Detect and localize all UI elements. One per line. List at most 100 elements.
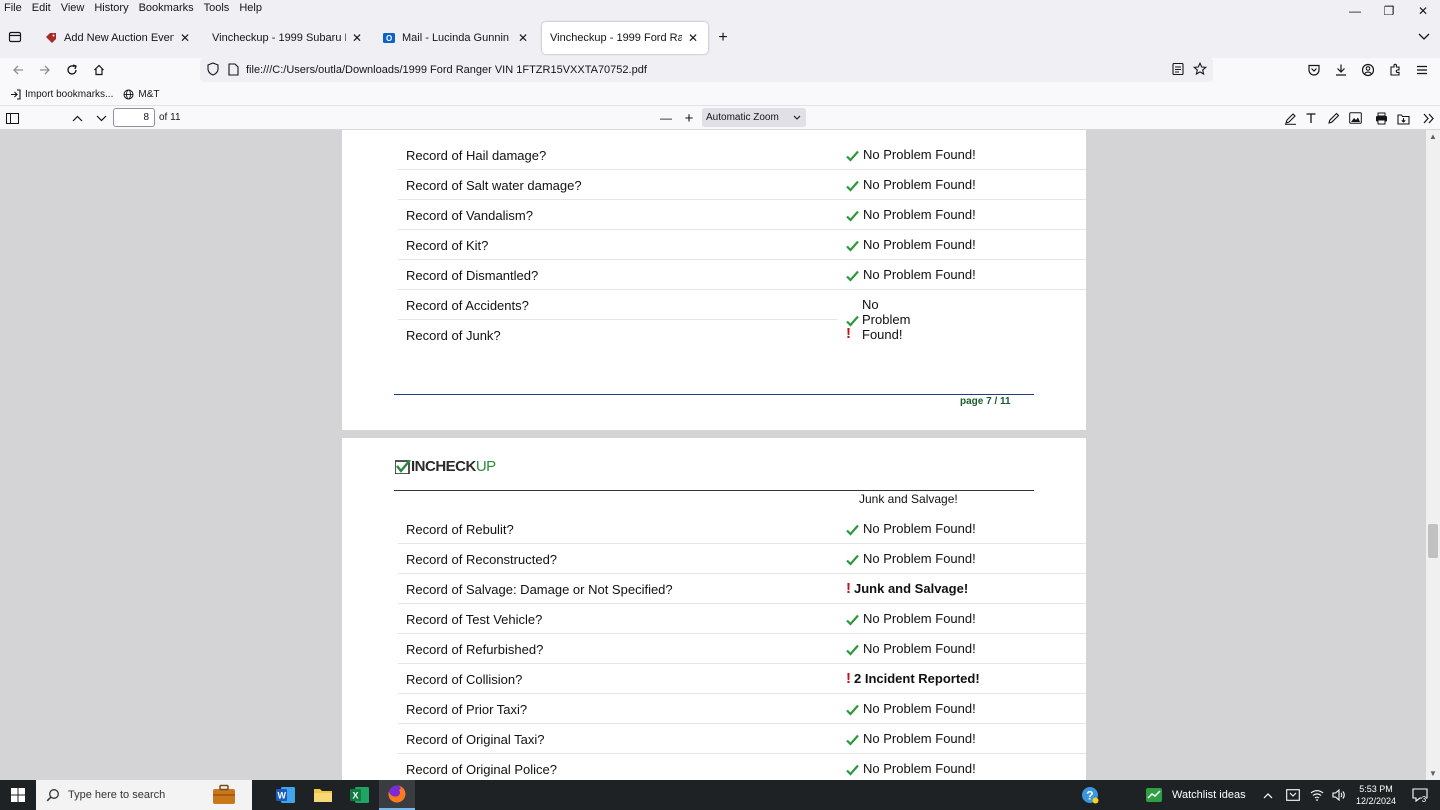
- scroll-thumb[interactable]: [1428, 524, 1438, 558]
- page-number-input[interactable]: 8: [113, 108, 155, 127]
- bookmark-label: M&T: [138, 89, 160, 100]
- record-answer: No Problem Found!: [846, 237, 976, 252]
- checkmark-icon: [846, 178, 860, 192]
- draw-icon[interactable]: [1324, 109, 1342, 127]
- watchlist-widget[interactable]: Watchlist ideas: [1146, 780, 1246, 810]
- bookmark-import[interactable]: Import bookmarks...: [10, 89, 113, 100]
- pocket-icon[interactable]: [1304, 60, 1324, 80]
- tab-close-icon[interactable]: ✕: [686, 31, 700, 45]
- record-answer: No Problem Found!: [846, 147, 976, 162]
- record-answer: No Problem Found!: [846, 701, 976, 716]
- volume-icon[interactable]: [1329, 780, 1349, 810]
- checkmark-icon: [846, 762, 860, 776]
- record-question: Record of Collision?: [406, 672, 523, 687]
- excel-app-icon[interactable]: X: [342, 780, 378, 810]
- bookmark-mt[interactable]: M&T: [123, 89, 159, 100]
- print-icon[interactable]: [1372, 109, 1390, 127]
- record-question: Record of Dismantled?: [406, 268, 539, 283]
- previous-page-icon[interactable]: [68, 109, 86, 127]
- shield-icon[interactable]: [206, 62, 220, 79]
- notification-icon[interactable]: 3: [1404, 780, 1434, 810]
- table-row: Record of Accidents? No Problem Found!: [398, 290, 910, 342]
- tools-overflow-icon[interactable]: [1420, 109, 1438, 127]
- checkmark-icon: [846, 268, 860, 282]
- page-icon: [228, 63, 239, 79]
- reload-icon[interactable]: [62, 60, 82, 80]
- tab-close-icon[interactable]: ✕: [350, 31, 364, 45]
- chevron-up-icon[interactable]: [1258, 780, 1278, 810]
- menu-edit[interactable]: Edit: [27, 0, 56, 16]
- briefcase-icon[interactable]: [212, 784, 236, 809]
- firefox-view-icon[interactable]: [6, 28, 24, 46]
- url-bar[interactable]: file:///C:/Users/outla/Downloads/1999 Fo…: [200, 58, 1213, 82]
- downloads-icon[interactable]: [1331, 60, 1351, 80]
- menu-tools[interactable]: Tools: [199, 0, 235, 16]
- checkmark-icon: [846, 732, 860, 746]
- account-icon[interactable]: [1358, 60, 1378, 80]
- answer-text: No Problem Found!: [863, 207, 976, 222]
- tab-ford-ranger[interactable]: Vincheckup - 1999 Ford Ranger VIN ✕: [542, 22, 708, 54]
- image-icon[interactable]: [1346, 109, 1364, 127]
- record-answer: ! Junk and Salvage!: [846, 581, 968, 597]
- windows-start-icon[interactable]: [0, 780, 36, 810]
- forward-arrow-icon[interactable]: [35, 60, 55, 80]
- wifi-icon[interactable]: [1307, 780, 1327, 810]
- tab-outlook-mail[interactable]: O Mail - Lucinda Gunnin - Outloo ✕: [374, 22, 538, 54]
- menu-history[interactable]: History: [89, 0, 133, 16]
- highlight-icon[interactable]: [1281, 109, 1299, 127]
- menu-help[interactable]: Help: [234, 0, 267, 16]
- help-icon[interactable]: ?: [1078, 780, 1102, 810]
- tab-subaru-legacy[interactable]: Vincheckup - 1999 Subaru Legacy V ✕: [204, 22, 372, 54]
- alert-icon: !: [846, 325, 851, 342]
- record-question: Record of Kit?: [406, 238, 489, 253]
- tab-close-icon[interactable]: ✕: [178, 31, 192, 45]
- next-page-icon[interactable]: [92, 109, 110, 127]
- taskbar-search[interactable]: Type here to search: [36, 780, 252, 810]
- chevron-down-icon[interactable]: [1418, 30, 1430, 44]
- table-row: Record of Vandalism? No Problem Found!: [398, 200, 1086, 230]
- home-icon[interactable]: [89, 60, 109, 80]
- bookmarks-toolbar: Import bookmarks... M&T: [0, 84, 1440, 106]
- search-icon: [46, 788, 60, 802]
- tray-app-icon[interactable]: [1283, 780, 1303, 810]
- checkmark-icon: [846, 148, 860, 162]
- scroll-down-arrow-icon[interactable]: ▼: [1429, 769, 1437, 778]
- hamburger-menu-icon[interactable]: [1412, 60, 1432, 80]
- extensions-icon[interactable]: [1385, 60, 1405, 80]
- text-tool-icon[interactable]: [1302, 109, 1320, 127]
- table-row: Record of Salt water damage? No Problem …: [398, 170, 1086, 200]
- checkmark-icon: [846, 208, 860, 222]
- tab-add-auction-event[interactable]: Add New Auction Event ✕: [36, 22, 200, 54]
- save-icon[interactable]: [1394, 109, 1412, 127]
- new-tab-button[interactable]: +: [714, 30, 732, 48]
- url-text[interactable]: file:///C:/Users/outla/Downloads/1999 Fo…: [246, 64, 647, 76]
- scroll-up-arrow-icon[interactable]: ▲: [1429, 132, 1437, 141]
- menu-view[interactable]: View: [56, 0, 90, 16]
- table-row: Record of Junk? !: [398, 320, 1086, 350]
- menu-bookmarks[interactable]: Bookmarks: [134, 0, 199, 16]
- import-icon: [10, 89, 21, 100]
- menu-file[interactable]: File: [0, 0, 27, 16]
- file-explorer-icon[interactable]: [305, 780, 341, 810]
- pdf-viewer[interactable]: Record of Hail damage? No Problem Found!…: [0, 130, 1440, 780]
- stock-chart-icon: [1146, 788, 1162, 802]
- reader-view-icon[interactable]: [1171, 62, 1185, 79]
- zoom-in-button[interactable]: +: [680, 109, 698, 127]
- checkmark-icon: [846, 612, 860, 626]
- firefox-app-icon[interactable]: [379, 780, 415, 810]
- record-answer: No Problem Found!: [846, 207, 976, 222]
- table-row: Record of Kit? No Problem Found!: [398, 230, 1086, 260]
- record-answer: No Problem Found!: [846, 611, 976, 626]
- record-question: Record of Vandalism?: [406, 208, 533, 223]
- record-question: Record of Original Taxi?: [406, 732, 545, 747]
- svg-text:X: X: [353, 791, 359, 801]
- tab-close-icon[interactable]: ✕: [516, 31, 530, 45]
- back-arrow-icon[interactable]: [8, 60, 28, 80]
- sidebar-toggle-icon[interactable]: [3, 109, 21, 127]
- vertical-scrollbar[interactable]: ▲ ▼: [1426, 130, 1440, 780]
- zoom-select[interactable]: Automatic Zoom: [702, 108, 806, 127]
- bookmark-star-icon[interactable]: [1192, 61, 1208, 79]
- word-app-icon[interactable]: W: [268, 780, 304, 810]
- system-clock[interactable]: 5:53 PM 12/2/2024: [1350, 783, 1402, 807]
- zoom-out-button[interactable]: —: [657, 109, 675, 127]
